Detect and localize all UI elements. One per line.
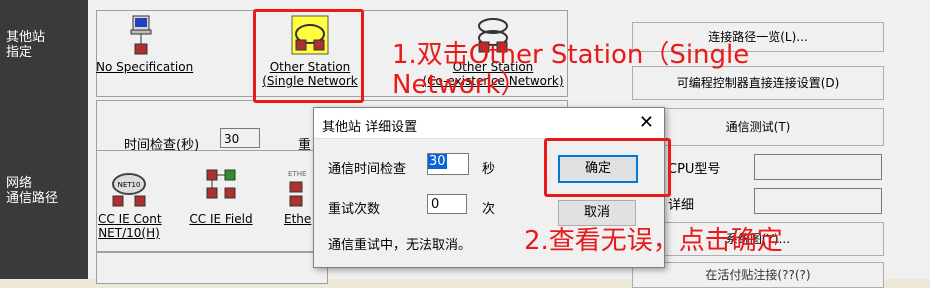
other-station-label: 其他站 指定 [6, 30, 46, 60]
network-route-label: 网络 通信路径 [6, 176, 59, 206]
cc-ie-field-icon [201, 166, 241, 208]
dialog-retry-input[interactable]: 0 [427, 194, 467, 214]
dialog-time-unit: 秒 [482, 162, 496, 177]
annotation-step1: 1.双击Other Station（Single Network） [392, 40, 750, 100]
dialog-title: 其他站 详细设置 [322, 120, 418, 135]
svg-text:NET10: NET10 [118, 181, 141, 189]
cc-ie-control-option[interactable]: NET10 CC IE Cont NET/10(H) [98, 166, 162, 240]
dialog-retry-unit: 次 [482, 202, 496, 217]
cc-ie-field-option[interactable]: CC IE Field [186, 166, 256, 226]
retry-label-partial: 重 [298, 138, 312, 153]
dialog-cancel-button[interactable]: 取消 [558, 200, 636, 226]
ok-button-highlight [544, 138, 671, 197]
cpu-type-field [754, 154, 882, 180]
annotation-step2: 2.查看无误，点击确定 [524, 226, 783, 256]
dialog-time-check-value: 30 [428, 154, 447, 169]
cpu-type-label: CPU型号 [668, 162, 721, 177]
detail-field [754, 188, 882, 214]
dialog-title-bar: 其他站 详细设置 ✕ [314, 108, 664, 139]
cc-ie-field-label: CC IE Field [189, 212, 253, 226]
close-icon[interactable]: ✕ [639, 112, 654, 133]
left-category-bar: 其他站 指定 网络 通信路径 [0, 0, 88, 279]
time-check-field[interactable]: 30 [220, 128, 260, 148]
dialog-time-check-label: 通信时间检查 [328, 162, 407, 177]
no-specification-option[interactable]: No Specification [96, 14, 194, 74]
computer-icon [121, 14, 161, 56]
single-network-highlight [253, 9, 364, 103]
cc-ie-control-label: CC IE Cont NET/10(H) [98, 212, 162, 240]
route-detail-group [96, 252, 328, 284]
detail-label: 详细 [668, 198, 695, 213]
time-check-label: 时间检查(秒) [124, 138, 200, 153]
cc-ie-control-icon: NET10 [109, 166, 149, 208]
svg-text:ETHE: ETHE [288, 170, 306, 178]
dialog-note: 通信重试中，无法取消。 [328, 238, 472, 253]
dialog-retry-label: 重试次数 [328, 202, 381, 217]
dialog-time-check-input[interactable]: 30 [427, 153, 469, 175]
no-specification-label: No Specification [96, 60, 194, 74]
bottom-partial-button[interactable]: 在活付贴注接(??(?) [632, 262, 884, 288]
